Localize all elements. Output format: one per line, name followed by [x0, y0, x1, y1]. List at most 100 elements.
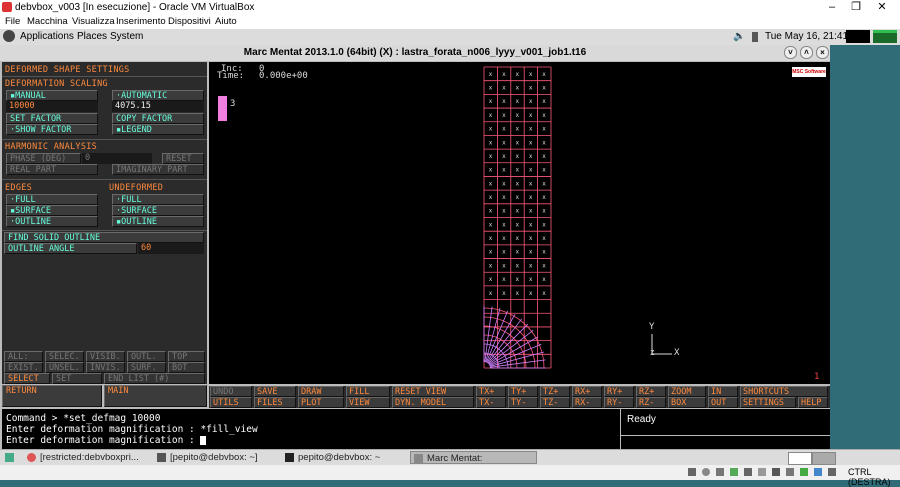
- imaginary-part-button[interactable]: IMAGINARY PART: [112, 164, 204, 175]
- gnome-places[interactable]: Places: [77, 31, 107, 42]
- restore-icon[interactable]: ❐: [842, 0, 870, 15]
- set-button[interactable]: SET: [52, 373, 102, 384]
- rz-minus-button[interactable]: RZ-: [636, 397, 666, 408]
- tx-plus-button[interactable]: TX+: [476, 386, 506, 397]
- rx-plus-button[interactable]: RX+: [572, 386, 602, 397]
- audio-icon[interactable]: [716, 468, 724, 476]
- manual-value[interactable]: 10000: [6, 101, 98, 112]
- cpu-icon[interactable]: [800, 468, 808, 476]
- shared-folder-icon[interactable]: [758, 468, 766, 476]
- command-input-line[interactable]: Enter deformation magnification :: [6, 435, 207, 446]
- undeformed-outline-radio[interactable]: ▪OUTLINE: [112, 216, 204, 227]
- zoom-out-button[interactable]: OUT: [708, 397, 738, 408]
- files-button[interactable]: FILES: [254, 397, 296, 408]
- network-icon[interactable]: [752, 32, 758, 42]
- help-button[interactable]: HELP: [798, 397, 828, 408]
- sel-exist[interactable]: EXIST.: [4, 362, 43, 373]
- outline-angle-button[interactable]: OUTLINE ANGLE: [4, 243, 137, 254]
- tx-minus-button[interactable]: TX-: [476, 397, 506, 408]
- workspace-switcher-2[interactable]: [812, 452, 836, 465]
- hdd-icon[interactable]: [688, 468, 696, 476]
- menu-aiuto[interactable]: Aiuto: [215, 16, 237, 27]
- tz-plus-button[interactable]: TZ+: [540, 386, 570, 397]
- zoom-in-button[interactable]: IN: [708, 386, 738, 397]
- box-button[interactable]: BOX: [668, 397, 706, 408]
- reset-view-button[interactable]: RESET VIEW: [392, 386, 474, 397]
- edges-surface-radio[interactable]: ▪SURFACE: [6, 205, 98, 216]
- rx-minus-button[interactable]: RX-: [572, 397, 602, 408]
- return-button[interactable]: RETURN: [2, 385, 102, 407]
- workspace-2[interactable]: [873, 30, 897, 43]
- draw-button[interactable]: DRAW: [298, 386, 344, 397]
- keyboard-icon[interactable]: [828, 468, 836, 476]
- legend-toggle[interactable]: ▪LEGEND: [112, 124, 204, 135]
- select-button[interactable]: SELECT: [4, 373, 50, 384]
- save-button[interactable]: SAVE: [254, 386, 296, 397]
- maximize-icon[interactable]: ˄: [800, 46, 813, 59]
- sel-bot[interactable]: BOT: [168, 362, 205, 373]
- ty-minus-button[interactable]: TY-: [508, 397, 538, 408]
- sel-all[interactable]: ALL:: [4, 351, 43, 362]
- close-icon[interactable]: ×: [816, 46, 829, 59]
- ry-minus-button[interactable]: RY-: [604, 397, 634, 408]
- optical-icon[interactable]: [702, 468, 710, 476]
- settings-button[interactable]: SETTINGS: [740, 397, 796, 408]
- command-console[interactable]: Command > *set_defmag 10000 Enter deform…: [2, 409, 620, 449]
- ty-plus-button[interactable]: TY+: [508, 386, 538, 397]
- gnome-applications[interactable]: Applications: [20, 31, 74, 42]
- sel-visib[interactable]: VISIB.: [86, 351, 125, 362]
- mouse-integration-icon[interactable]: [814, 468, 822, 476]
- recording-icon[interactable]: [786, 468, 794, 476]
- fill-button[interactable]: FILL: [346, 386, 390, 397]
- shortcuts-button[interactable]: SHORTCUTS: [740, 386, 828, 397]
- menu-visualizza[interactable]: Visualizza: [72, 16, 115, 27]
- manual-radio[interactable]: ▪MANUAL: [6, 90, 98, 101]
- reset-button[interactable]: RESET: [162, 153, 204, 164]
- end-list-button[interactable]: END LIST (#): [104, 373, 205, 384]
- sel-top[interactable]: TOP: [168, 351, 205, 362]
- workspace-switcher-1[interactable]: [788, 452, 812, 465]
- find-solid-outline-button[interactable]: FIND SOLID OUTLINE: [4, 232, 204, 243]
- gnome-system[interactable]: System: [110, 31, 143, 42]
- minimize-icon[interactable]: ˅: [784, 46, 797, 59]
- volume-icon[interactable]: 🔈: [733, 31, 745, 42]
- menu-dispositivi[interactable]: Dispositivi: [168, 16, 211, 27]
- dyn-model-button[interactable]: DYN. MODEL: [392, 397, 474, 408]
- undo-button[interactable]: UNDO: [210, 386, 252, 397]
- sel-unsel[interactable]: UNSEL.: [45, 362, 84, 373]
- set-factor-button[interactable]: SET FACTOR: [6, 113, 98, 124]
- view-button[interactable]: VIEW: [346, 397, 390, 408]
- network-status-icon[interactable]: [730, 468, 738, 476]
- usb-icon[interactable]: [744, 468, 752, 476]
- task-mentat[interactable]: Marc Mentat: lastra_forata_...: [410, 451, 537, 477]
- sel-invis[interactable]: INVIS.: [86, 362, 125, 373]
- clock[interactable]: Tue May 16, 21:41: [765, 31, 848, 42]
- outline-angle-value[interactable]: 60: [138, 243, 204, 254]
- sel-outl[interactable]: OUTL.: [127, 351, 166, 362]
- tz-minus-button[interactable]: TZ-: [540, 397, 570, 408]
- edges-full-radio[interactable]: ·FULL: [6, 194, 98, 205]
- real-part-button[interactable]: REAL PART: [6, 164, 98, 175]
- copy-factor-button[interactable]: COPY FACTOR: [112, 113, 204, 124]
- undeformed-full-radio[interactable]: ·FULL: [112, 194, 204, 205]
- automatic-radio[interactable]: ·AUTOMATIC: [112, 90, 204, 101]
- task-terminal-1[interactable]: [pepito@debvbox: ~]: [154, 451, 264, 464]
- sel-surf[interactable]: SURF.: [127, 362, 166, 373]
- menu-inserimento[interactable]: Inserimento: [116, 16, 166, 27]
- display-icon[interactable]: [772, 468, 780, 476]
- rz-plus-button[interactable]: RZ+: [636, 386, 666, 397]
- ry-plus-button[interactable]: RY+: [604, 386, 634, 397]
- graphics-viewport[interactable]: Inc: 0 Time: 0.000e+00 3 MSC Software xx…: [209, 62, 830, 384]
- show-desktop-icon[interactable]: [2, 451, 16, 464]
- plot-button[interactable]: PLOT: [298, 397, 344, 408]
- edges-outline-radio[interactable]: ·OUTLINE: [6, 216, 98, 227]
- task-restricted[interactable]: [restricted:debvboxpri...: [24, 451, 149, 464]
- task-terminal-2[interactable]: pepito@debvbox: ~: [282, 451, 392, 464]
- sel-selec[interactable]: SELEC.: [45, 351, 84, 362]
- undeformed-surface-radio[interactable]: ·SURFACE: [112, 205, 204, 216]
- utils-button[interactable]: UTILS: [210, 397, 252, 408]
- show-factor-toggle[interactable]: ·SHOW FACTOR: [6, 124, 98, 135]
- close-icon[interactable]: ✕: [868, 0, 896, 15]
- zoom-button[interactable]: ZOOM: [668, 386, 706, 397]
- menu-file[interactable]: File: [5, 16, 20, 27]
